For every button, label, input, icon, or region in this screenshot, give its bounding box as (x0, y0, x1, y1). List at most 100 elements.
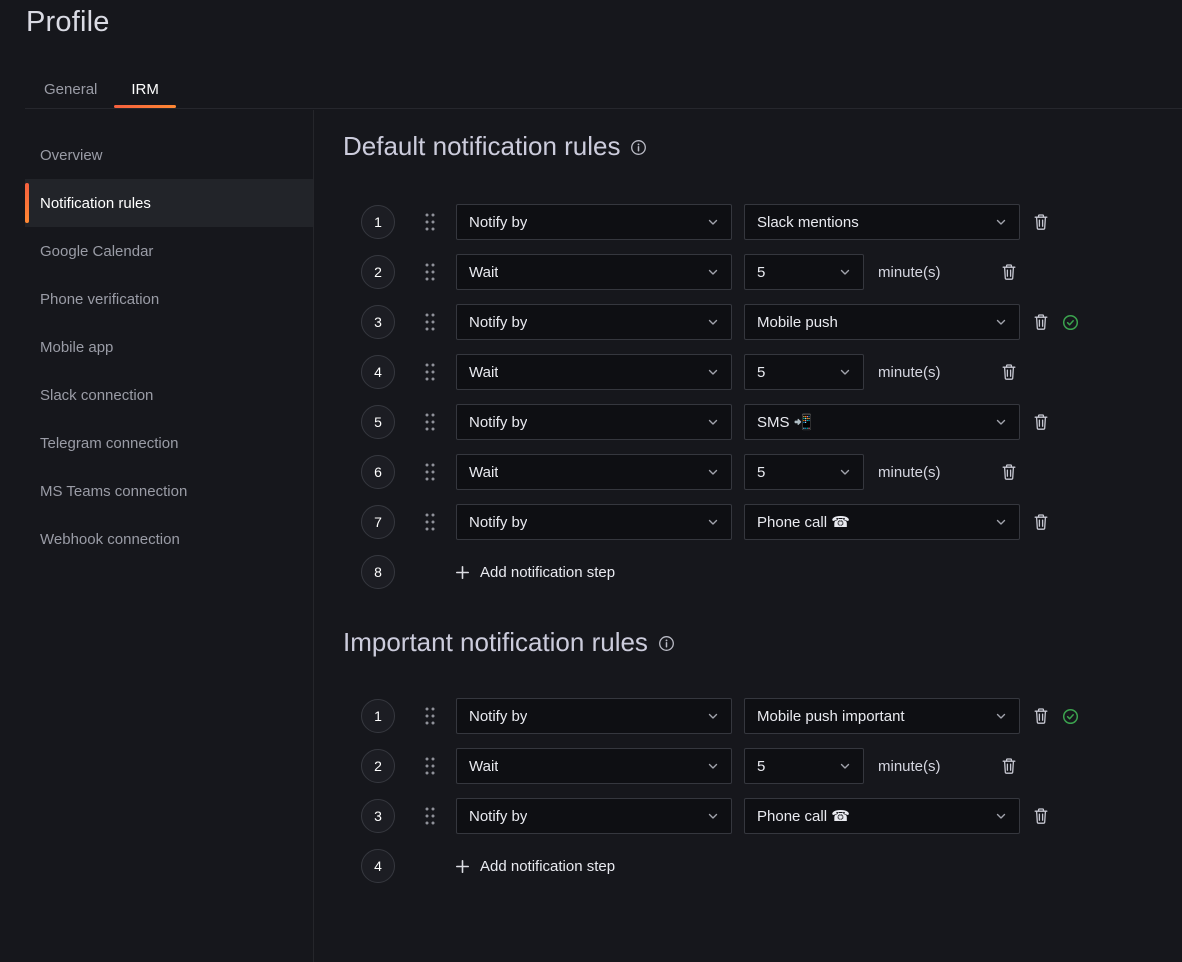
section-title-text: Default notification rules (343, 130, 620, 162)
chevron-down-icon (839, 266, 851, 278)
sidebar-item-mobile-app[interactable]: Mobile app (25, 323, 313, 371)
step-action-select[interactable]: Wait (456, 454, 732, 490)
sidebar-item-google-calendar[interactable]: Google Calendar (25, 227, 313, 275)
step-number-badge: 6 (361, 455, 395, 489)
tab-label: IRM (131, 81, 159, 98)
trash-icon (1033, 313, 1049, 331)
drag-handle-icon[interactable] (423, 755, 437, 777)
step-action-select[interactable]: Notify by (456, 798, 732, 834)
step-number-badge: 1 (361, 699, 395, 733)
notification-step-row: 1 Notify by Slack mentions (343, 204, 1123, 240)
drag-handle-icon[interactable] (423, 311, 437, 333)
drag-handle-icon[interactable] (423, 705, 437, 727)
sidebar-divider (313, 110, 314, 962)
add-notification-step-button[interactable]: Add notification step (455, 564, 615, 581)
drag-handle-icon[interactable] (423, 461, 437, 483)
step-value-select[interactable]: SMS 📲 (744, 404, 1020, 440)
step-value-select[interactable]: 5 (744, 354, 864, 390)
drag-handle-icon[interactable] (423, 805, 437, 827)
delete-step-button[interactable] (1033, 807, 1049, 825)
rules-section-important-notification-rules: Important notification rules 1 Notify by Mo… (343, 626, 1123, 898)
delete-step-button[interactable] (1001, 757, 1017, 775)
step-action-select[interactable]: Notify by (456, 404, 732, 440)
check-circle-icon (1062, 314, 1079, 331)
trash-icon (1033, 213, 1049, 231)
step-value-select[interactable]: Mobile push important (744, 698, 1020, 734)
chevron-down-icon (995, 316, 1007, 328)
chevron-down-icon (707, 216, 719, 228)
notification-step-row: 4 Add notification step (343, 848, 1123, 884)
step-value-text: 5 (757, 464, 765, 481)
step-action-value: Notify by (469, 514, 527, 531)
drag-handle-icon[interactable] (423, 261, 437, 283)
tab-general[interactable]: General (27, 70, 114, 108)
step-action-select[interactable]: Notify by (456, 304, 732, 340)
step-value-select[interactable]: 5 (744, 454, 864, 490)
trash-icon (1001, 263, 1017, 281)
step-number-badge: 8 (361, 555, 395, 589)
sidebar-item-overview[interactable]: Overview (25, 131, 313, 179)
delete-step-button[interactable] (1001, 363, 1017, 381)
notification-step-row: 5 Notify by SMS 📲 (343, 404, 1123, 440)
drag-handle-icon[interactable] (423, 361, 437, 383)
step-number-badge: 4 (361, 849, 395, 883)
delete-step-button[interactable] (1001, 463, 1017, 481)
step-value-select[interactable]: Mobile push (744, 304, 1020, 340)
delete-step-button[interactable] (1033, 707, 1049, 725)
sidebar-item-label: Slack connection (40, 387, 153, 404)
rules-section-default-notification-rules: Default notification rules 1 Notify by Slac… (343, 130, 1123, 604)
chevron-down-icon (839, 466, 851, 478)
steps-list: 1 Notify by Mobile push important 2 Wait 5 min… (343, 698, 1123, 884)
step-number-badge: 1 (361, 205, 395, 239)
wait-duration-unit-label: minute(s) (878, 264, 1001, 281)
delete-step-button[interactable] (1001, 263, 1017, 281)
add-notification-step-button[interactable]: Add notification step (455, 858, 615, 875)
step-action-select[interactable]: Wait (456, 254, 732, 290)
step-number-badge: 5 (361, 405, 395, 439)
step-action-select[interactable]: Notify by (456, 204, 732, 240)
chevron-down-icon (707, 710, 719, 722)
chevron-down-icon (707, 810, 719, 822)
sidebar-item-ms-teams-connection[interactable]: MS Teams connection (25, 467, 313, 515)
sidebar-item-slack-connection[interactable]: Slack connection (25, 371, 313, 419)
drag-handle-icon[interactable] (423, 411, 437, 433)
step-action-select[interactable]: Notify by (456, 504, 732, 540)
plus-icon (455, 859, 470, 874)
step-action-select[interactable]: Notify by (456, 698, 732, 734)
trash-icon (1033, 807, 1049, 825)
sidebar-item-webhook-connection[interactable]: Webhook connection (25, 515, 313, 563)
sidebar-item-label: Phone verification (40, 291, 159, 308)
drag-handle-icon[interactable] (423, 511, 437, 533)
step-action-select[interactable]: Wait (456, 354, 732, 390)
trash-icon (1033, 413, 1049, 431)
tab-irm[interactable]: IRM (114, 70, 176, 108)
step-value-select[interactable]: 5 (744, 254, 864, 290)
step-value-text: 5 (757, 758, 765, 775)
step-action-value: Wait (469, 758, 498, 775)
step-value-select[interactable]: 5 (744, 748, 864, 784)
section-title-text: Important notification rules (343, 626, 648, 658)
step-value-select[interactable]: Slack mentions (744, 204, 1020, 240)
drag-handle-icon[interactable] (423, 211, 437, 233)
delete-step-button[interactable] (1033, 313, 1049, 331)
step-value-text: Slack mentions (757, 214, 859, 231)
chevron-down-icon (707, 466, 719, 478)
sidebar-item-notification-rules[interactable]: Notification rules (25, 179, 313, 227)
step-value-select[interactable]: Phone call ☎ (744, 798, 1020, 834)
check-circle-icon (1062, 708, 1079, 725)
sidebar-item-phone-verification[interactable]: Phone verification (25, 275, 313, 323)
add-notification-step-label: Add notification step (480, 564, 615, 581)
sidebar-item-telegram-connection[interactable]: Telegram connection (25, 419, 313, 467)
wait-duration-unit-label: minute(s) (878, 758, 1001, 775)
step-action-select[interactable]: Wait (456, 748, 732, 784)
trash-icon (1033, 707, 1049, 725)
delete-step-button[interactable] (1033, 513, 1049, 531)
notification-step-row: 1 Notify by Mobile push important (343, 698, 1123, 734)
step-number-badge: 2 (361, 749, 395, 783)
step-number-badge: 4 (361, 355, 395, 389)
section-title: Default notification rules (343, 130, 1123, 162)
chevron-down-icon (707, 760, 719, 772)
delete-step-button[interactable] (1033, 213, 1049, 231)
delete-step-button[interactable] (1033, 413, 1049, 431)
step-value-select[interactable]: Phone call ☎ (744, 504, 1020, 540)
